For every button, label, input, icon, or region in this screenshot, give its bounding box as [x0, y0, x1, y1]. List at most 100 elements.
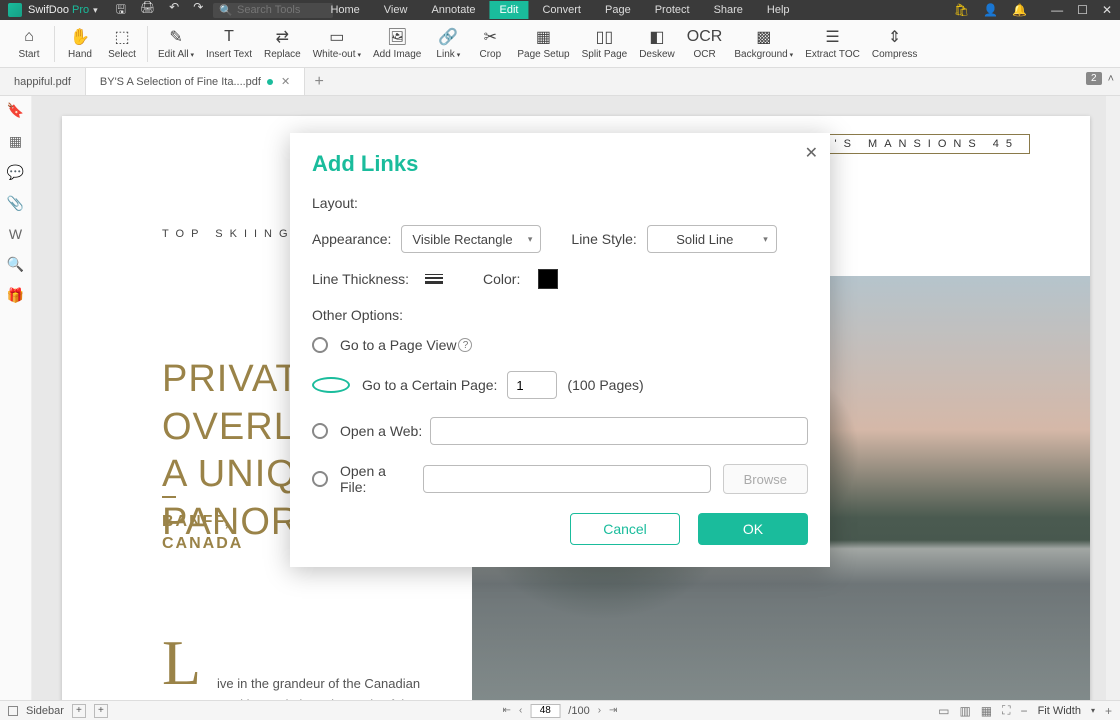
tool-hand[interactable]: ✋Hand	[59, 22, 101, 66]
tool-add-image[interactable]: 🖼Add Image	[367, 22, 427, 66]
radio-open-file[interactable]	[312, 471, 328, 487]
radio-certain-page[interactable]	[312, 377, 350, 393]
page-setup-icon: ▦	[536, 27, 551, 47]
two-page-view-icon[interactable]: ▦	[981, 704, 992, 718]
first-page-icon[interactable]: ⇤	[503, 705, 511, 716]
file-tab[interactable]: happiful.pdf	[0, 68, 86, 95]
sidebar-collapse-button[interactable]: +	[94, 704, 108, 718]
zoom-in-icon[interactable]: +	[1105, 704, 1112, 718]
menu-protect[interactable]: Protect	[645, 1, 700, 19]
color-picker[interactable]	[538, 269, 558, 289]
dialog-title: Add Links	[312, 151, 808, 177]
last-page-icon[interactable]: ⇥	[609, 705, 617, 716]
tool-deskew[interactable]: ◧Deskew	[633, 22, 681, 66]
tool-label: OCR	[693, 49, 715, 60]
radio-page-view[interactable]	[312, 337, 328, 353]
tool-split-page[interactable]: ▯▯Split Page	[576, 22, 634, 66]
tool-insert-text[interactable]: TInsert Text	[200, 22, 258, 66]
account-icon[interactable]: 👤	[983, 3, 998, 17]
tool-link[interactable]: 🔗Link	[427, 22, 469, 66]
menu-view[interactable]: View	[374, 1, 418, 19]
dialog-close-icon[interactable]: ✕	[805, 143, 818, 163]
title-bar: SwifDoo Pro ▾ 🖫 🖨 ↶ ↷ Home ViewAnnotate Ed…	[0, 0, 1120, 20]
app-logo-icon	[8, 3, 22, 17]
menu-share[interactable]: Share	[704, 1, 753, 19]
replace-icon: ⇄	[276, 27, 289, 47]
menu-edit[interactable]: Edit	[490, 1, 529, 19]
single-page-view-icon[interactable]: ▭	[938, 704, 949, 718]
comments-icon[interactable]: 💬	[7, 164, 24, 181]
help-icon[interactable]: ?	[458, 338, 472, 352]
tool-label: Edit All	[158, 49, 194, 60]
next-page-icon[interactable]: ›	[598, 705, 601, 716]
menu-annotate[interactable]: Annotate	[421, 1, 485, 19]
collapse-ribbon-icon[interactable]: ˄	[1108, 73, 1114, 85]
white-out-icon: ▭	[329, 27, 344, 47]
close-tab-icon[interactable]: ✕	[281, 75, 290, 88]
web-url-input[interactable]	[430, 417, 808, 445]
gift-icon[interactable]: 🎁	[7, 287, 24, 304]
undo-icon[interactable]: ↶	[169, 0, 179, 21]
radio-open-web[interactable]	[312, 423, 328, 439]
vertical-scrollbar[interactable]	[1106, 96, 1120, 700]
sidebar-toggle-checkbox[interactable]	[8, 706, 18, 716]
file-tab[interactable]: BY'S A Selection of Fine Ita....pdf✕	[86, 68, 305, 95]
tool-replace[interactable]: ⇄Replace	[258, 22, 307, 66]
other-options-label: Other Options:	[312, 307, 808, 323]
tool-background[interactable]: ▩Background	[728, 22, 799, 66]
tool-edit-all[interactable]: ✎Edit All	[152, 22, 200, 66]
search-tools[interactable]: 🔍	[213, 3, 333, 18]
app-menu-chevron-icon[interactable]: ▾	[93, 5, 98, 16]
tool-label: Hand	[68, 49, 92, 60]
minimize-icon[interactable]: —	[1051, 3, 1063, 17]
dirty-indicator-icon	[267, 79, 273, 85]
maximize-icon[interactable]: ☐	[1077, 3, 1088, 17]
save-icon[interactable]: 🖫	[116, 0, 126, 21]
app-name: SwifDoo Pro	[28, 4, 89, 16]
print-icon[interactable]: 🖨	[140, 0, 155, 21]
continuous-view-icon[interactable]: ▥	[959, 704, 970, 718]
cancel-button[interactable]: Cancel	[570, 513, 680, 545]
tool-select[interactable]: ⬚Select	[101, 22, 143, 66]
read-mode-icon[interactable]: ⛶	[1002, 703, 1010, 718]
tool-label: Page Setup	[517, 49, 569, 60]
file-path-input[interactable]	[423, 465, 710, 493]
zoom-level-select[interactable]: Fit Width	[1038, 705, 1081, 717]
menu-help[interactable]: Help	[757, 1, 800, 19]
bookmarks-icon[interactable]: 🔖	[7, 102, 24, 119]
menu-home[interactable]: Home	[320, 1, 369, 19]
notifications-icon[interactable]: 🔔	[1012, 3, 1027, 17]
tool-white-out[interactable]: ▭White-out	[307, 22, 367, 66]
appearance-select[interactable]: Visible Rectangle▾	[401, 225, 541, 253]
search-panel-icon[interactable]: 🔍	[7, 256, 24, 273]
tool-compress[interactable]: ⇕Compress	[866, 22, 924, 66]
sidebar-expand-button[interactable]: +	[72, 704, 86, 718]
tool-crop[interactable]: ✂Crop	[469, 22, 511, 66]
close-window-icon[interactable]: ✕	[1102, 3, 1112, 17]
tool-extract-toc[interactable]: ☰Extract TOC	[799, 22, 866, 66]
thumbnails-icon[interactable]: ▦	[9, 133, 22, 150]
prev-page-icon[interactable]: ‹	[519, 705, 522, 716]
new-tab-button[interactable]: +	[305, 68, 333, 95]
tool-start[interactable]: ⌂Start	[8, 22, 50, 66]
tool-label: Background	[734, 49, 793, 60]
tool-page-setup[interactable]: ▦ Page Setup	[511, 22, 575, 66]
word-export-icon[interactable]: W	[9, 226, 22, 242]
store-icon[interactable]: 🛍	[954, 3, 969, 17]
thickness-picker[interactable]	[425, 274, 443, 284]
main-menu: Home ViewAnnotate EditConvertPageProtectSh…	[320, 1, 799, 19]
linestyle-select[interactable]: Solid Line▾	[647, 225, 777, 253]
menu-convert[interactable]: Convert	[532, 1, 591, 19]
ok-button[interactable]: OK	[698, 513, 808, 545]
tool-label: Extract TOC	[805, 49, 860, 60]
certain-page-input[interactable]	[507, 371, 557, 399]
page-number-input[interactable]	[530, 704, 560, 718]
menu-page[interactable]: Page	[595, 1, 641, 19]
redo-icon[interactable]: ↷	[193, 0, 203, 21]
left-sidebar: 🔖 ▦ 💬 📎 W 🔍 🎁	[0, 96, 32, 700]
attachments-icon[interactable]: 📎	[7, 195, 24, 212]
tool-ocr[interactable]: OCROCR	[681, 22, 729, 66]
zoom-out-icon[interactable]: −	[1021, 704, 1028, 718]
search-input[interactable]	[237, 4, 327, 16]
browse-button[interactable]: Browse	[723, 464, 808, 494]
